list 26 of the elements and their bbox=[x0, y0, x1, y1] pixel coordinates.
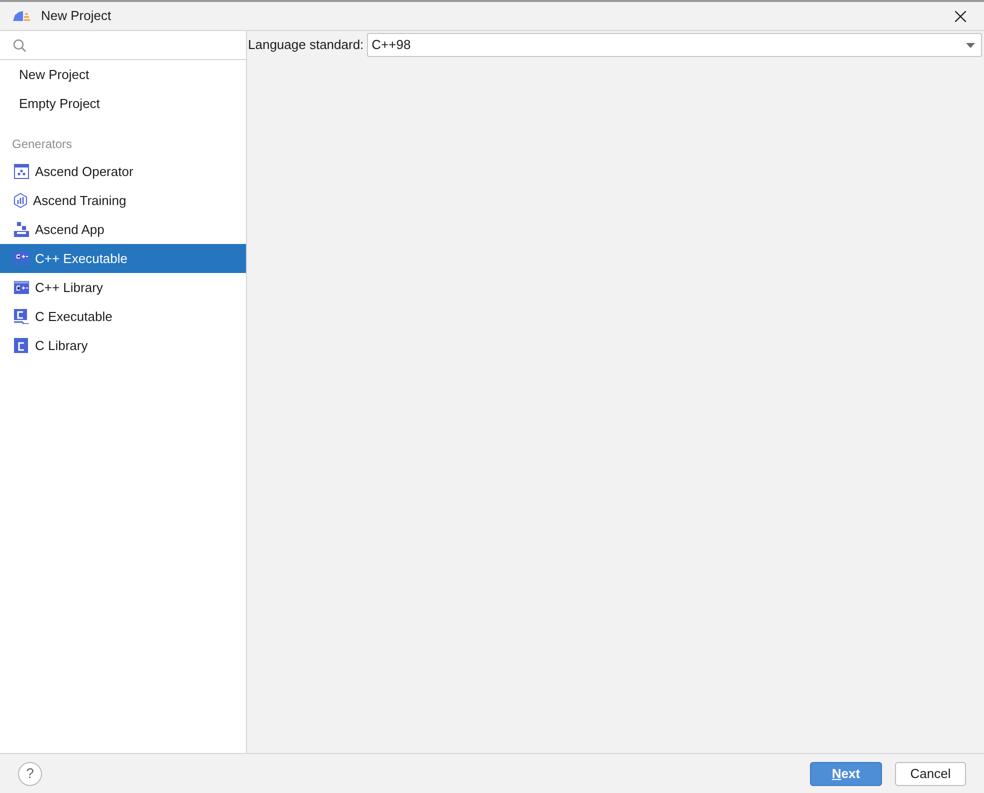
sidebar-item[interactable]: C Library bbox=[0, 331, 246, 360]
close-icon[interactable] bbox=[955, 10, 966, 22]
cancel-button[interactable]: Cancel bbox=[895, 762, 966, 786]
sidebar-item[interactable]: C++ Library bbox=[0, 273, 246, 302]
cpp-file-icon bbox=[14, 280, 29, 295]
window-title: New Project bbox=[41, 7, 112, 26]
app-logo-icon bbox=[13, 11, 31, 21]
c-file-icon bbox=[14, 338, 29, 353]
section-header: Generators bbox=[11, 136, 74, 153]
help-button[interactable]: ? bbox=[18, 762, 42, 786]
c-file-icon bbox=[14, 309, 29, 324]
sidebar-item[interactable]: Ascend App bbox=[0, 215, 246, 244]
language-dropdown[interactable]: C++98 bbox=[366, 33, 982, 57]
field-label: Language standard: bbox=[248, 36, 364, 54]
cpp-file-icon bbox=[14, 251, 29, 266]
sidebar-item[interactable]: C++ Executable bbox=[0, 244, 246, 273]
search-icon bbox=[13, 38, 26, 52]
hexagon-icon bbox=[14, 193, 27, 208]
chart-window-icon bbox=[14, 164, 29, 179]
sidebar-item[interactable]: Ascend Training bbox=[0, 186, 246, 215]
sidebar-item[interactable]: Ascend Operator bbox=[0, 157, 246, 186]
sidebar-item[interactable]: Empty Project bbox=[0, 89, 246, 118]
sidebar-item[interactable]: New Project bbox=[0, 60, 246, 89]
sidebar-item[interactable]: C Executable bbox=[0, 302, 246, 331]
dropdown-arrow-icon bbox=[966, 42, 975, 48]
app-tray-icon bbox=[14, 222, 29, 237]
